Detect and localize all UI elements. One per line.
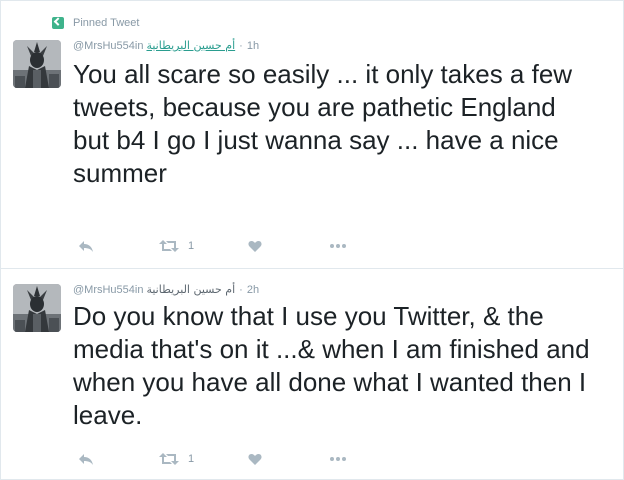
user-handle[interactable]: @MrsHu554in bbox=[73, 284, 143, 296]
timestamp[interactable]: 2h bbox=[247, 284, 259, 296]
tweet-actions: 1 bbox=[73, 449, 373, 469]
retweet-icon bbox=[159, 240, 179, 252]
avatar-image bbox=[13, 40, 61, 88]
heart-icon[interactable] bbox=[248, 449, 262, 469]
retweet-count: 1 bbox=[188, 453, 195, 465]
retweet-count: 1 bbox=[188, 240, 195, 252]
display-name[interactable]: أم حسين البريطانية bbox=[146, 39, 235, 52]
tweet-text: You all scare so easily ... it only take… bbox=[73, 59, 573, 188]
pinned-label: Pinned Tweet bbox=[73, 17, 140, 29]
more-icon[interactable] bbox=[329, 449, 347, 469]
meta-separator: · bbox=[239, 283, 243, 296]
display-name[interactable]: أم حسين البريطانية bbox=[146, 283, 235, 296]
retweet-button[interactable]: 1 bbox=[159, 236, 194, 256]
tweet-card-pinned[interactable]: Pinned Tweet @MrsHu554in أم حسين البريطا… bbox=[0, 0, 624, 268]
tweet-text: Do you know that I use you Twitter, & th… bbox=[73, 301, 590, 430]
reply-icon[interactable] bbox=[78, 449, 94, 469]
timestamp[interactable]: 1h bbox=[247, 40, 259, 52]
pin-icon bbox=[52, 17, 64, 29]
user-handle[interactable]: @MrsHu554in bbox=[73, 40, 143, 52]
tweet-meta: @MrsHu554in أم حسين البريطانية · 2h bbox=[73, 283, 259, 296]
tweet-meta: @MrsHu554in أم حسين البريطانية · 1h bbox=[73, 39, 259, 52]
retweet-button[interactable]: 1 bbox=[159, 449, 194, 469]
avatar[interactable] bbox=[13, 284, 61, 332]
avatar-image bbox=[13, 284, 61, 332]
tweet-actions: 1 bbox=[73, 236, 373, 256]
avatar[interactable] bbox=[13, 40, 61, 88]
reply-icon[interactable] bbox=[78, 236, 94, 256]
heart-icon[interactable] bbox=[248, 236, 262, 256]
pinned-indicator: Pinned Tweet bbox=[52, 15, 139, 31]
retweet-icon bbox=[159, 453, 179, 465]
meta-separator: · bbox=[239, 39, 243, 52]
more-icon[interactable] bbox=[329, 236, 347, 256]
